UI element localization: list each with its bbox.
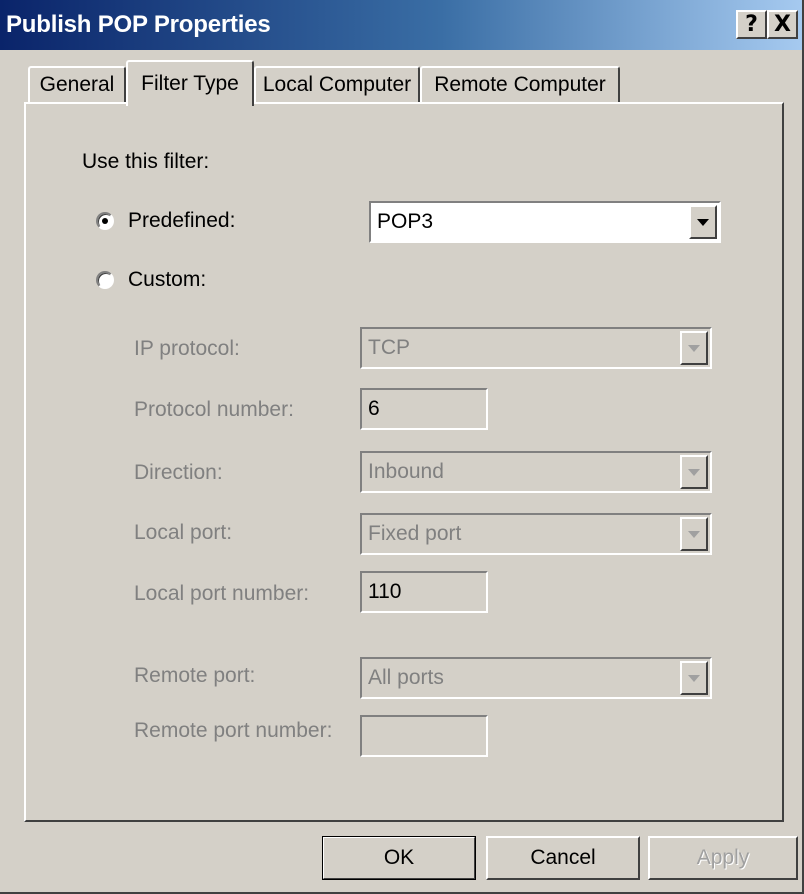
local-port-value: Fixed port [368, 522, 462, 545]
properties-dialog: Publish POP Properties ? X General Filte… [0, 0, 804, 894]
ok-label: OK [383, 846, 415, 869]
ip-protocol-value: TCP [368, 336, 410, 359]
tab-local-computer-label: Local Computer [262, 73, 412, 96]
direction-dropdown[interactable]: Inbound [360, 451, 712, 493]
chevron-down-icon[interactable] [680, 455, 708, 489]
ip-protocol-dropdown[interactable]: TCP [360, 327, 712, 369]
local-port-label: Local port: [134, 521, 233, 544]
help-button[interactable]: ? [736, 10, 767, 39]
local-port-number-value: 110 [368, 580, 402, 603]
ok-button[interactable]: OK [322, 836, 476, 880]
direction-value: Inbound [368, 460, 444, 483]
protocol-number-label: Protocol number: [134, 398, 294, 421]
chevron-down-icon[interactable] [689, 205, 717, 239]
direction-label: Direction: [134, 461, 223, 484]
cancel-button[interactable]: Cancel [486, 836, 640, 880]
chevron-down-icon[interactable] [680, 517, 708, 551]
radio-selected-dot [102, 218, 108, 224]
title-bar: Publish POP Properties ? X [0, 0, 802, 50]
predefined-dropdown[interactable]: POP3 [369, 201, 721, 243]
local-port-number-field[interactable]: 110 [360, 571, 488, 613]
predefined-radio[interactable] [96, 212, 114, 230]
remote-port-number-field[interactable] [360, 715, 488, 757]
cancel-label: Cancel [530, 846, 596, 869]
tab-remote-computer[interactable]: Remote Computer [420, 66, 620, 102]
custom-label: Custom: [128, 268, 207, 291]
local-port-number-label: Local port number: [134, 582, 310, 605]
tab-general-label: General [39, 73, 115, 96]
remote-port-number-label: Remote port number: [134, 719, 333, 742]
chevron-down-icon[interactable] [680, 331, 708, 365]
tab-general[interactable]: General [28, 66, 126, 102]
remote-port-value: All ports [368, 666, 444, 689]
ip-protocol-label: IP protocol: [134, 337, 240, 360]
apply-button[interactable]: Apply [648, 836, 798, 880]
tab-local-computer[interactable]: Local Computer [254, 66, 420, 102]
close-button[interactable]: X [767, 10, 798, 39]
tab-filter-type-label: Filter Type [141, 72, 239, 95]
chevron-down-icon[interactable] [680, 661, 708, 695]
custom-radio[interactable] [96, 271, 114, 289]
remote-port-dropdown[interactable]: All ports [360, 657, 712, 699]
tab-remote-computer-label: Remote Computer [434, 73, 606, 96]
local-port-dropdown[interactable]: Fixed port [360, 513, 712, 555]
apply-label: Apply [696, 846, 750, 869]
predefined-label: Predefined: [128, 209, 236, 232]
protocol-number-field[interactable]: 6 [360, 388, 488, 430]
protocol-number-value: 6 [368, 397, 380, 420]
tab-filter-type[interactable]: Filter Type [126, 60, 254, 106]
remote-port-label: Remote port: [134, 664, 256, 687]
use-filter-heading: Use this filter: [82, 150, 210, 173]
predefined-value: POP3 [377, 210, 434, 233]
window-title: Publish POP Properties [6, 11, 271, 38]
